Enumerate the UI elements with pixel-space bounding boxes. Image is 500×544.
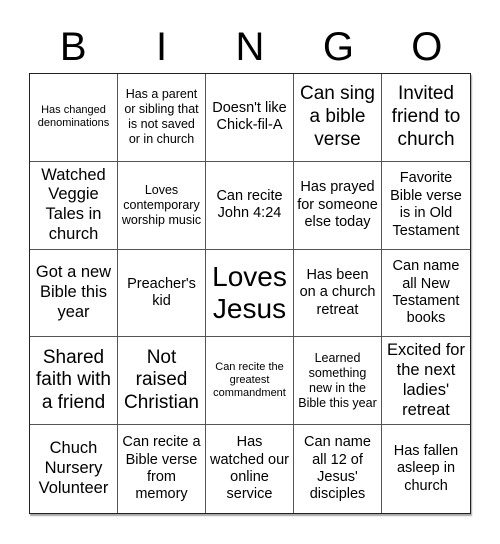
header-letter-o: O xyxy=(411,25,443,69)
bingo-cell[interactable]: Watched Veggie Tales in church xyxy=(30,161,118,250)
bingo-cell[interactable]: Learned something new in the Bible this … xyxy=(294,337,382,426)
bingo-header: B I N G O xyxy=(29,22,471,72)
header-letter-b: B xyxy=(59,25,87,69)
bingo-cell[interactable]: Has prayed for someone else today xyxy=(294,161,382,250)
bingo-cell[interactable]: Can name all New Testament books xyxy=(382,250,470,338)
header-letter-i: I xyxy=(156,25,168,69)
bingo-cell[interactable]: Has fallen asleep in church xyxy=(382,425,470,513)
bingo-cell[interactable]: Has a parent or sibling that is not save… xyxy=(118,74,206,162)
bingo-cell[interactable]: Has changed denominations xyxy=(30,74,118,162)
header-letter-g: G xyxy=(322,25,354,69)
bingo-cell[interactable]: Excited for the next ladies' retreat xyxy=(382,337,470,426)
bingo-cell[interactable]: Favorite Bible verse is in Old Testament xyxy=(382,162,470,250)
bingo-cell[interactable]: Invited friend to church xyxy=(382,74,470,162)
bingo-board: Has changed denominations Has a parent o… xyxy=(29,73,471,514)
bingo-cell[interactable]: Preacher's kid xyxy=(118,249,206,338)
bingo-cell[interactable]: Got a new Bible this year xyxy=(30,249,118,338)
bingo-cell[interactable]: Not raised Christian xyxy=(118,337,206,426)
bingo-cell[interactable]: Loves contemporary worship music xyxy=(118,161,206,250)
bingo-cell[interactable]: Can name all 12 of Jesus' disciples xyxy=(294,425,382,513)
bingo-cell[interactable]: Can recite a Bible verse from memory xyxy=(118,425,206,513)
free-space-cell[interactable]: Loves Jesus xyxy=(206,249,294,338)
header-letter-n: N xyxy=(235,25,265,69)
bingo-cell[interactable]: Shared faith with a friend xyxy=(30,337,118,426)
bingo-cell[interactable]: Can recite John 4:24 xyxy=(206,161,294,250)
bingo-cell[interactable]: Has watched our online service xyxy=(206,425,294,513)
bingo-cell[interactable]: Can recite the greatest commandment xyxy=(206,337,294,426)
bingo-cell[interactable]: Can sing a bible verse xyxy=(294,74,382,162)
bingo-cell[interactable]: Has been on a church retreat xyxy=(294,249,382,338)
bingo-cell[interactable]: Chuch Nursery Volunteer xyxy=(30,425,118,513)
bingo-cell[interactable]: Doesn't like Chick-fil-A xyxy=(206,74,294,162)
